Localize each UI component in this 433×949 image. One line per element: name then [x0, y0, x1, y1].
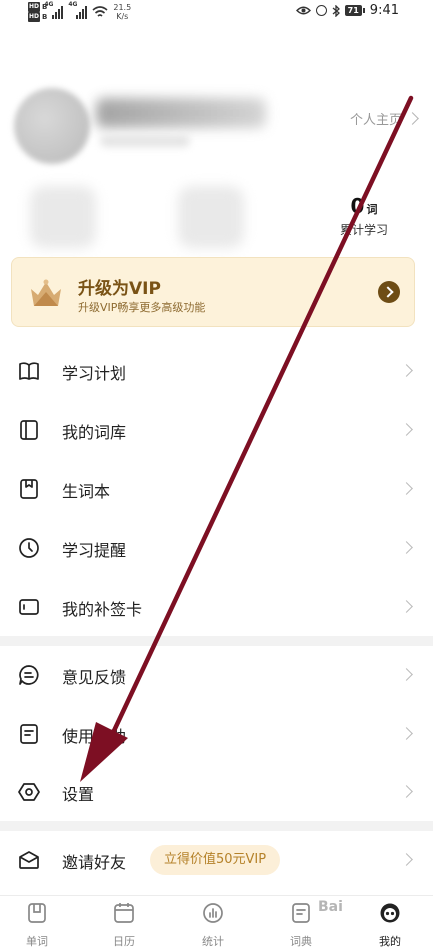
homepage-label: 个人主页	[349, 113, 402, 128]
chevron-right-icon	[400, 785, 413, 798]
menu-label: 使用帮助	[62, 727, 127, 746]
feedback-chat-icon	[19, 665, 39, 685]
menu-item-help[interactable]: 使用帮助	[0, 705, 433, 763]
chevron-right-icon	[400, 600, 413, 613]
word-count: 0	[350, 194, 365, 218]
word-library-icon	[20, 420, 38, 440]
vip-subtitle: 升级VIP畅享更多高级功能	[78, 301, 206, 314]
settings-hexagon-icon	[18, 783, 40, 801]
wifi-icon	[92, 6, 108, 17]
menu-item-feedback[interactable]: 意见反馈	[0, 646, 433, 704]
battery-icon: 71	[344, 5, 365, 16]
menu-item-study-plan[interactable]: 学习计划	[0, 342, 433, 400]
book-open-icon	[19, 362, 39, 380]
vip-arrow-button[interactable]	[378, 281, 400, 303]
tab-label: 统计	[202, 935, 224, 948]
menu-label: 设置	[62, 785, 95, 804]
tab-words[interactable]: 单词	[7, 900, 67, 949]
menu-item-study-reminder[interactable]: 学习提醒	[0, 519, 433, 577]
chevron-right-icon	[400, 668, 413, 681]
tab-label: 日历	[113, 935, 135, 948]
menu-label: 意见反馈	[62, 668, 127, 687]
vip-upgrade-banner[interactable]: 升级为VIP 升级VIP畅享更多高级功能	[11, 257, 415, 327]
network-speed: 21.5 K/s	[113, 3, 132, 21]
menu-item-vocab-book[interactable]: 生词本	[0, 460, 433, 518]
section-divider	[0, 636, 433, 646]
menu-label: 我的词库	[62, 423, 127, 442]
status-time: 9:41	[369, 3, 399, 18]
watermark: Bai	[318, 899, 343, 915]
status-bar: HD B HD B 4G 4G 21.5 K/s 71 9:41	[0, 0, 433, 26]
vip-title: 升级为VIP	[78, 279, 161, 299]
signal-icon: 4G	[44, 1, 64, 19]
avatar[interactable]	[14, 88, 90, 164]
envelope-icon	[19, 851, 39, 869]
eye-icon	[295, 6, 311, 15]
help-document-icon	[20, 724, 38, 744]
chevron-right-icon	[400, 853, 413, 866]
tab-stats[interactable]: 统计	[183, 900, 243, 949]
stat-blurred	[30, 186, 96, 248]
chevron-right-icon	[400, 482, 413, 495]
menu-label: 邀请好友	[62, 853, 127, 872]
alarm-icon	[315, 5, 327, 16]
chevron-right-icon	[400, 423, 413, 436]
word-card-icon	[28, 903, 46, 923]
bluetooth-icon	[332, 4, 340, 17]
chevron-right-icon	[400, 364, 413, 377]
chevron-right-icon	[406, 112, 419, 125]
tab-label: 我的	[379, 935, 401, 948]
stats-icon	[203, 903, 223, 923]
word-unit: 词	[366, 203, 378, 216]
tab-label: 词典	[290, 935, 312, 948]
menu-item-makeup-card[interactable]: 我的补签卡	[0, 578, 433, 636]
nickname-blurred	[96, 98, 266, 128]
tab-mine[interactable]: 我的	[360, 900, 420, 949]
homepage-link[interactable]: 个人主页	[349, 109, 419, 128]
menu-item-word-library[interactable]: 我的词库	[0, 401, 433, 459]
menu-label: 生词本	[62, 482, 111, 501]
menu-item-settings[interactable]: 设置	[0, 763, 433, 821]
signal-icon: 4G	[68, 1, 88, 19]
chevron-right-icon	[400, 727, 413, 740]
crown-icon	[31, 279, 61, 306]
user-id-blurred	[100, 135, 190, 147]
tab-label: 单词	[26, 935, 48, 948]
bottom-tab-bar: 单词 日历 统计 词典 我的	[0, 895, 433, 949]
section-divider	[0, 821, 433, 831]
menu-item-invite-friends[interactable]: 邀请好友 立得价值50元VIP	[0, 831, 433, 889]
stat-blurred	[178, 186, 244, 248]
tab-calendar[interactable]: 日历	[94, 900, 154, 949]
menu-label: 我的补签卡	[62, 600, 143, 619]
calendar-icon	[114, 903, 134, 923]
word-count-label: 累计学习	[339, 223, 388, 237]
profile-avatar-icon	[380, 903, 400, 923]
invite-reward-badge[interactable]: 立得价值50元VIP	[150, 845, 281, 875]
menu-label: 学习提醒	[62, 541, 127, 560]
menu-label: 学习计划	[62, 364, 127, 383]
dictionary-icon	[292, 903, 310, 923]
clock-icon	[19, 538, 39, 558]
chevron-right-icon	[400, 541, 413, 554]
words-learned-stat[interactable]: 0词 累计学习	[328, 194, 400, 238]
bookmark-book-icon	[20, 479, 38, 499]
card-icon	[19, 599, 39, 615]
